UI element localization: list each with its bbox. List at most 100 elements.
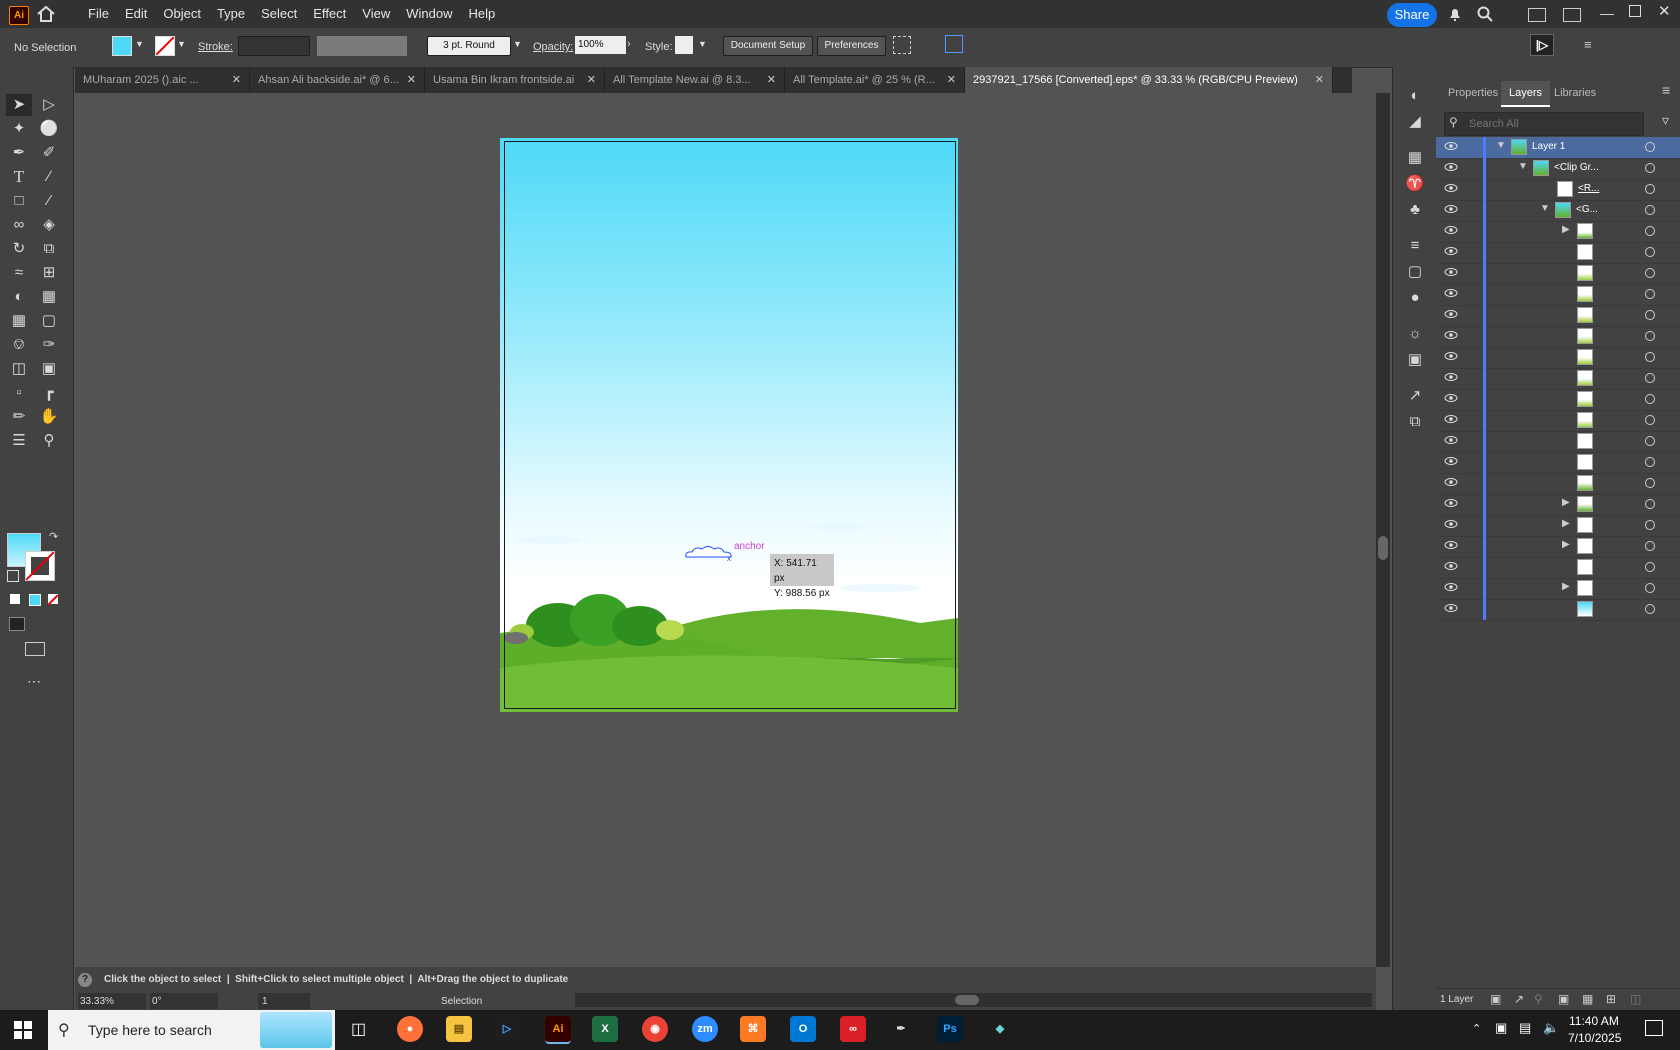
menu-object[interactable]: Object bbox=[155, 0, 209, 28]
locate-object-icon[interactable]: ↗ bbox=[1514, 992, 1524, 1006]
eye-icon[interactable] bbox=[1444, 223, 1458, 237]
line-tool-icon[interactable]: ∕ bbox=[36, 166, 62, 188]
sublayer-row[interactable] bbox=[1436, 410, 1680, 432]
eye-icon[interactable] bbox=[1444, 559, 1458, 573]
sublayer-row[interactable] bbox=[1436, 452, 1680, 474]
menu-lines-icon[interactable]: ≡ bbox=[1584, 37, 1592, 52]
menu-view[interactable]: View bbox=[354, 0, 398, 28]
chevron-right-icon[interactable]: ▶ bbox=[1562, 518, 1570, 529]
sublayer-row[interactable]: ▶ bbox=[1436, 494, 1680, 516]
vertical-scrollbar[interactable] bbox=[1376, 93, 1390, 967]
close-icon[interactable]: ✕ bbox=[232, 67, 241, 93]
close-icon[interactable]: ✕ bbox=[587, 67, 596, 93]
minimize-icon[interactable]: — bbox=[1600, 5, 1614, 21]
style-swatch[interactable] bbox=[675, 36, 693, 54]
vscode-icon[interactable]: ▷ bbox=[494, 1016, 520, 1042]
color-panel-icon[interactable]: ◐ bbox=[1402, 85, 1428, 107]
stroke-weight-stepper[interactable] bbox=[238, 36, 310, 56]
tab-all-template-new[interactable]: All Template New.ai @ 8.3... ✕ bbox=[605, 67, 785, 93]
chevron-down-icon[interactable]: ▼ bbox=[1496, 140, 1506, 151]
sublayer-row[interactable] bbox=[1436, 347, 1680, 369]
pen-app-icon[interactable]: ✒ bbox=[888, 1016, 914, 1042]
eye-icon[interactable] bbox=[1444, 496, 1458, 510]
eraser-icon[interactable]: ◈ bbox=[36, 214, 62, 236]
target-icon[interactable] bbox=[1645, 205, 1655, 215]
layer-row-layer-1[interactable]: ▼ Layer 1 bbox=[1436, 137, 1680, 159]
eye-icon[interactable] bbox=[1444, 475, 1458, 489]
style-dropdown-icon[interactable]: ▼ bbox=[698, 39, 707, 49]
eye-icon[interactable] bbox=[1444, 307, 1458, 321]
arrange-icon[interactable] bbox=[1563, 8, 1581, 22]
zoom-field[interactable]: 33.33% bbox=[78, 993, 146, 1009]
pencil-icon[interactable]: ✏ bbox=[6, 406, 32, 428]
delete-icon[interactable]: ◫ bbox=[1630, 992, 1641, 1006]
none-mode-icon[interactable] bbox=[47, 594, 59, 606]
stroke-color-swatch[interactable] bbox=[25, 551, 55, 581]
target-icon[interactable] bbox=[1645, 247, 1655, 257]
shaper-tool-icon[interactable]: ∞ bbox=[6, 214, 32, 236]
tab-active-document[interactable]: 2937921_17566 [Converted].eps* @ 33.33 %… bbox=[965, 67, 1333, 93]
tray-chevron-icon[interactable]: ⌃ bbox=[1472, 1022, 1481, 1035]
stroke-panel-icon[interactable]: ≡ bbox=[1402, 235, 1428, 257]
menu-window[interactable]: Window bbox=[398, 0, 460, 28]
direct-selection-tool-icon[interactable]: ▷ bbox=[36, 94, 62, 116]
taskbar-search-box[interactable]: ⚲ Type here to search bbox=[48, 1010, 335, 1050]
sublayer-row[interactable]: ▶ bbox=[1436, 221, 1680, 243]
lasso-icon[interactable]: ⚪ bbox=[36, 118, 62, 140]
preferences-button[interactable]: Preferences bbox=[817, 36, 886, 56]
default-colors-icon[interactable] bbox=[7, 570, 19, 582]
free-transform-icon[interactable]: ⊞ bbox=[36, 262, 62, 284]
creative-cloud-icon[interactable]: ∞ bbox=[840, 1016, 866, 1042]
eye-icon[interactable] bbox=[1444, 433, 1458, 447]
eye-icon[interactable] bbox=[1444, 412, 1458, 426]
rectangle-tool-icon[interactable]: □ bbox=[6, 190, 32, 212]
sublayer-row[interactable] bbox=[1436, 305, 1680, 327]
chevron-down-icon[interactable]: ▼ bbox=[1518, 161, 1528, 172]
sublayer-row[interactable]: ▶ bbox=[1436, 578, 1680, 600]
tab-all-template[interactable]: All Template.ai* @ 25 % (R... ✕ bbox=[785, 67, 965, 93]
layer-row-clip-group[interactable]: ▼ <Clip Gr... bbox=[1436, 158, 1680, 180]
layer-row-group[interactable]: ▼ <G... bbox=[1436, 200, 1680, 222]
horizontal-scrollbar[interactable] bbox=[575, 993, 1372, 1007]
sublayer-row[interactable] bbox=[1436, 473, 1680, 495]
share-button[interactable]: Share bbox=[1387, 3, 1437, 27]
draw-mode-icon[interactable] bbox=[9, 617, 25, 631]
chevron-right-icon[interactable]: ▶ bbox=[1562, 224, 1570, 235]
fill-dropdown-icon[interactable]: ▼ bbox=[135, 39, 144, 49]
eye-icon[interactable] bbox=[1444, 454, 1458, 468]
eye-icon[interactable] bbox=[1444, 391, 1458, 405]
chevron-right-icon[interactable]: ▶ bbox=[1562, 497, 1570, 508]
star-select-icon[interactable] bbox=[945, 35, 963, 53]
tab-layers[interactable]: Layers bbox=[1501, 81, 1551, 107]
target-icon[interactable] bbox=[1645, 331, 1655, 341]
new-sublayer-icon[interactable]: ▣ bbox=[1558, 992, 1569, 1006]
target-icon[interactable] bbox=[1645, 415, 1655, 425]
swap-colors-icon[interactable]: ↷ bbox=[49, 530, 58, 543]
swatches-icon[interactable]: ▦ bbox=[1402, 147, 1428, 169]
shape-builder-icon[interactable]: ◐ bbox=[6, 286, 32, 308]
volume-icon[interactable]: 🔈 bbox=[1543, 1020, 1559, 1036]
target-icon[interactable] bbox=[1645, 520, 1655, 530]
layers-search-input[interactable] bbox=[1467, 115, 1641, 133]
sublayer-row[interactable] bbox=[1436, 389, 1680, 411]
eye-icon[interactable] bbox=[1444, 517, 1458, 531]
eye-icon[interactable] bbox=[1444, 580, 1458, 594]
duplicate-icon[interactable]: ⊞ bbox=[1606, 992, 1616, 1006]
target-icon[interactable] bbox=[1645, 436, 1655, 446]
menu-file[interactable]: File bbox=[80, 0, 117, 28]
puppet-warp-icon[interactable]: ☰ bbox=[6, 430, 32, 452]
menu-select[interactable]: Select bbox=[253, 0, 305, 28]
sublayer-row[interactable] bbox=[1436, 284, 1680, 306]
windows-start-icon[interactable] bbox=[14, 1021, 32, 1039]
gradient-panel-icon[interactable]: ▢ bbox=[1402, 261, 1428, 283]
opacity-arrow-icon[interactable]: › bbox=[627, 38, 631, 50]
tab-ahsan-ali[interactable]: Ahsan Ali backside.ai* @ 6... ✕ bbox=[250, 67, 425, 93]
rotate-tool-icon[interactable]: ↻ bbox=[6, 238, 32, 260]
blend-tool-icon[interactable]: ⎊ bbox=[6, 334, 32, 356]
search-icon[interactable] bbox=[1477, 6, 1493, 22]
layer-name[interactable]: <G... bbox=[1576, 204, 1598, 215]
target-icon[interactable] bbox=[1645, 226, 1655, 236]
gradient-mode-icon[interactable] bbox=[29, 594, 41, 606]
eye-icon[interactable] bbox=[1444, 202, 1458, 216]
clock-time[interactable]: 11:40 AM bbox=[1569, 1014, 1619, 1028]
